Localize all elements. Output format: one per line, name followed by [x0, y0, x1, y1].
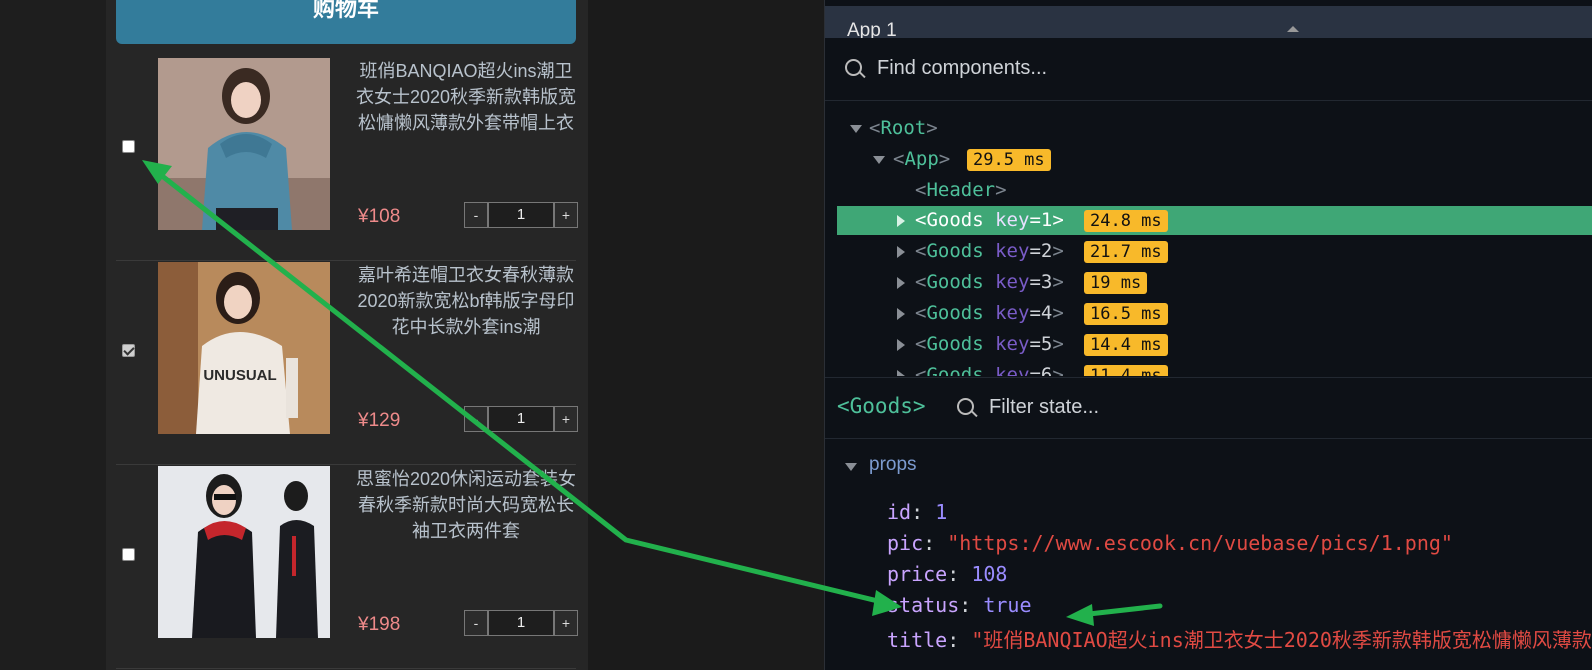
- expand-arrow-icon[interactable]: [897, 215, 905, 227]
- decrement-button[interactable]: -: [464, 202, 488, 228]
- component-search-input[interactable]: Find components...: [877, 57, 1047, 80]
- component-search[interactable]: Find components...: [825, 40, 1592, 101]
- prop-row[interactable]: title: "班俏BANQIAO超火ins潮卫衣女士2020秋季新款韩版宽松慵…: [887, 624, 1592, 653]
- goods-item: 思蜜怡2020休闲运动套装女春秋季新款时尚大码宽松长袖卫衣两件套 ¥198 - …: [116, 464, 578, 669]
- component-name: Goods: [926, 240, 984, 262]
- component-name: Root: [880, 117, 927, 139]
- goods-price: ¥129: [358, 410, 401, 431]
- app-selector[interactable]: App 1: [825, 6, 1592, 38]
- product-image: UNUSUAL: [158, 262, 330, 434]
- goods-item: UNUSUAL 嘉叶希连帽卫衣女春秋薄款2020新款宽松bf韩版字母印花中长款外…: [116, 260, 578, 465]
- tree-node-header[interactable]: <Header>: [837, 176, 1592, 205]
- shop-panel: 购物车 班俏BANQIAO超火ins潮卫衣女士2020秋季新款韩版宽松慵懒风薄款…: [106, 0, 588, 670]
- prop-value: "https://www.escook.cn/vuebase/pics/1.pn…: [947, 531, 1453, 555]
- quantity-input[interactable]: 1: [488, 610, 554, 636]
- render-time-badge: 19 ms: [1084, 272, 1148, 294]
- prop-row[interactable]: id: 1: [887, 500, 947, 524]
- expand-arrow-icon[interactable]: [897, 246, 905, 258]
- component-name: Header: [926, 179, 996, 201]
- tree-node-goods[interactable]: <Goods key=4> 16.5 ms: [837, 299, 1592, 328]
- state-inspector: props id: 1 pic: "https://www.escook.cn/…: [825, 446, 1592, 670]
- goods-title: 思蜜怡2020休闲运动套装女春秋季新款时尚大码宽松长袖卫衣两件套: [355, 469, 577, 541]
- product-image: [158, 466, 330, 638]
- goods-title: 嘉叶希连帽卫衣女春秋薄款2020新款宽松bf韩版字母印花中长款外套ins潮: [357, 265, 575, 337]
- tree-node-root[interactable]: <Root>: [837, 114, 1592, 143]
- goods-price: ¥198: [358, 614, 401, 635]
- quantity-stepper: - 1 +: [464, 406, 578, 432]
- goods-checkbox[interactable]: [122, 140, 135, 153]
- goods-item: 班俏BANQIAO超火ins潮卫衣女士2020秋季新款韩版宽松慵懒风薄款外套带帽…: [116, 56, 578, 261]
- increment-button[interactable]: +: [554, 406, 578, 432]
- collapse-arrow-icon[interactable]: [845, 463, 857, 471]
- tree-node-goods-selected[interactable]: <Goods key=1> 24.8 ms: [837, 206, 1592, 235]
- props-label: props: [869, 454, 917, 475]
- goods-checkbox[interactable]: [122, 344, 135, 357]
- app-selector-label: App 1: [847, 20, 897, 38]
- vue-devtools-panel: App 1 Find components... <Root> <App> 29…: [824, 0, 1592, 670]
- decrement-button[interactable]: -: [464, 406, 488, 432]
- selected-component-name: <Goods>: [837, 394, 926, 418]
- expand-arrow-icon[interactable]: [897, 277, 905, 289]
- search-icon: [845, 59, 862, 76]
- prop-value: true: [983, 593, 1032, 617]
- goods-title: 班俏BANQIAO超火ins潮卫衣女士2020秋季新款韩版宽松慵懒风薄款外套带帽…: [355, 61, 577, 133]
- expand-arrow-icon[interactable]: [897, 370, 905, 376]
- quantity-stepper: - 1 +: [464, 610, 578, 636]
- render-time-badge: 16.5 ms: [1084, 303, 1168, 325]
- search-icon: [957, 398, 974, 415]
- render-time-badge: 24.8 ms: [1084, 210, 1168, 232]
- tree-node-goods[interactable]: <Goods key=6> 11.4 ms: [837, 361, 1592, 376]
- expand-arrow-icon[interactable]: [873, 156, 885, 164]
- expand-arrow-icon[interactable]: [897, 339, 905, 351]
- prop-value: 108: [971, 562, 1008, 586]
- page-margin: [0, 0, 106, 670]
- decrement-button[interactable]: -: [464, 610, 488, 636]
- render-time-badge: 29.5 ms: [967, 149, 1051, 171]
- render-time-badge: 21.7 ms: [1084, 241, 1168, 263]
- increment-button[interactable]: +: [554, 202, 578, 228]
- tree-node-goods[interactable]: <Goods key=3> 19 ms: [837, 268, 1592, 297]
- render-time-badge: 14.4 ms: [1084, 334, 1168, 356]
- background-gap: [588, 0, 824, 670]
- expand-arrow-icon[interactable]: [850, 125, 862, 133]
- expand-arrow-icon[interactable]: [897, 308, 905, 320]
- component-name: Goods: [926, 209, 984, 231]
- quantity-input[interactable]: 1: [488, 406, 554, 432]
- hoodie-print: UNUSUAL: [203, 367, 276, 384]
- tree-node-goods[interactable]: <Goods key=5> 14.4 ms: [837, 330, 1592, 359]
- quantity-stepper: - 1 +: [464, 202, 578, 228]
- component-tree: <Root> <App> 29.5 ms <Header> <Goods key…: [825, 112, 1592, 376]
- component-name: Goods: [926, 364, 984, 376]
- prop-value: 1: [935, 500, 948, 524]
- prop-row[interactable]: status: true: [887, 593, 1032, 617]
- state-inspector-header: <Goods> Filter state...: [825, 377, 1592, 439]
- prop-row[interactable]: pic: "https://www.escook.cn/vuebase/pics…: [887, 531, 1453, 555]
- filter-state-input[interactable]: Filter state...: [989, 396, 1099, 419]
- component-name: App: [904, 148, 939, 170]
- component-name: Goods: [926, 333, 984, 355]
- goods-checkbox[interactable]: [122, 548, 135, 561]
- product-image: [158, 58, 330, 230]
- render-time-badge: 11.4 ms: [1084, 365, 1168, 376]
- component-name: Goods: [926, 302, 984, 324]
- goods-price: ¥108: [358, 206, 401, 227]
- prop-row[interactable]: price: 108: [887, 562, 1007, 586]
- prop-value: "班俏BANQIAO超火ins潮卫衣女士2020秋季新款韩版宽松慵懒风薄款外套带…: [971, 628, 1592, 652]
- caret-up-icon: [1287, 26, 1299, 32]
- tree-node-goods[interactable]: <Goods key=2> 21.7 ms: [837, 237, 1592, 266]
- increment-button[interactable]: +: [554, 610, 578, 636]
- cart-header[interactable]: 购物车: [116, 0, 576, 44]
- tree-node-app[interactable]: <App> 29.5 ms: [837, 145, 1592, 174]
- quantity-input[interactable]: 1: [488, 202, 554, 228]
- component-name: Goods: [926, 271, 984, 293]
